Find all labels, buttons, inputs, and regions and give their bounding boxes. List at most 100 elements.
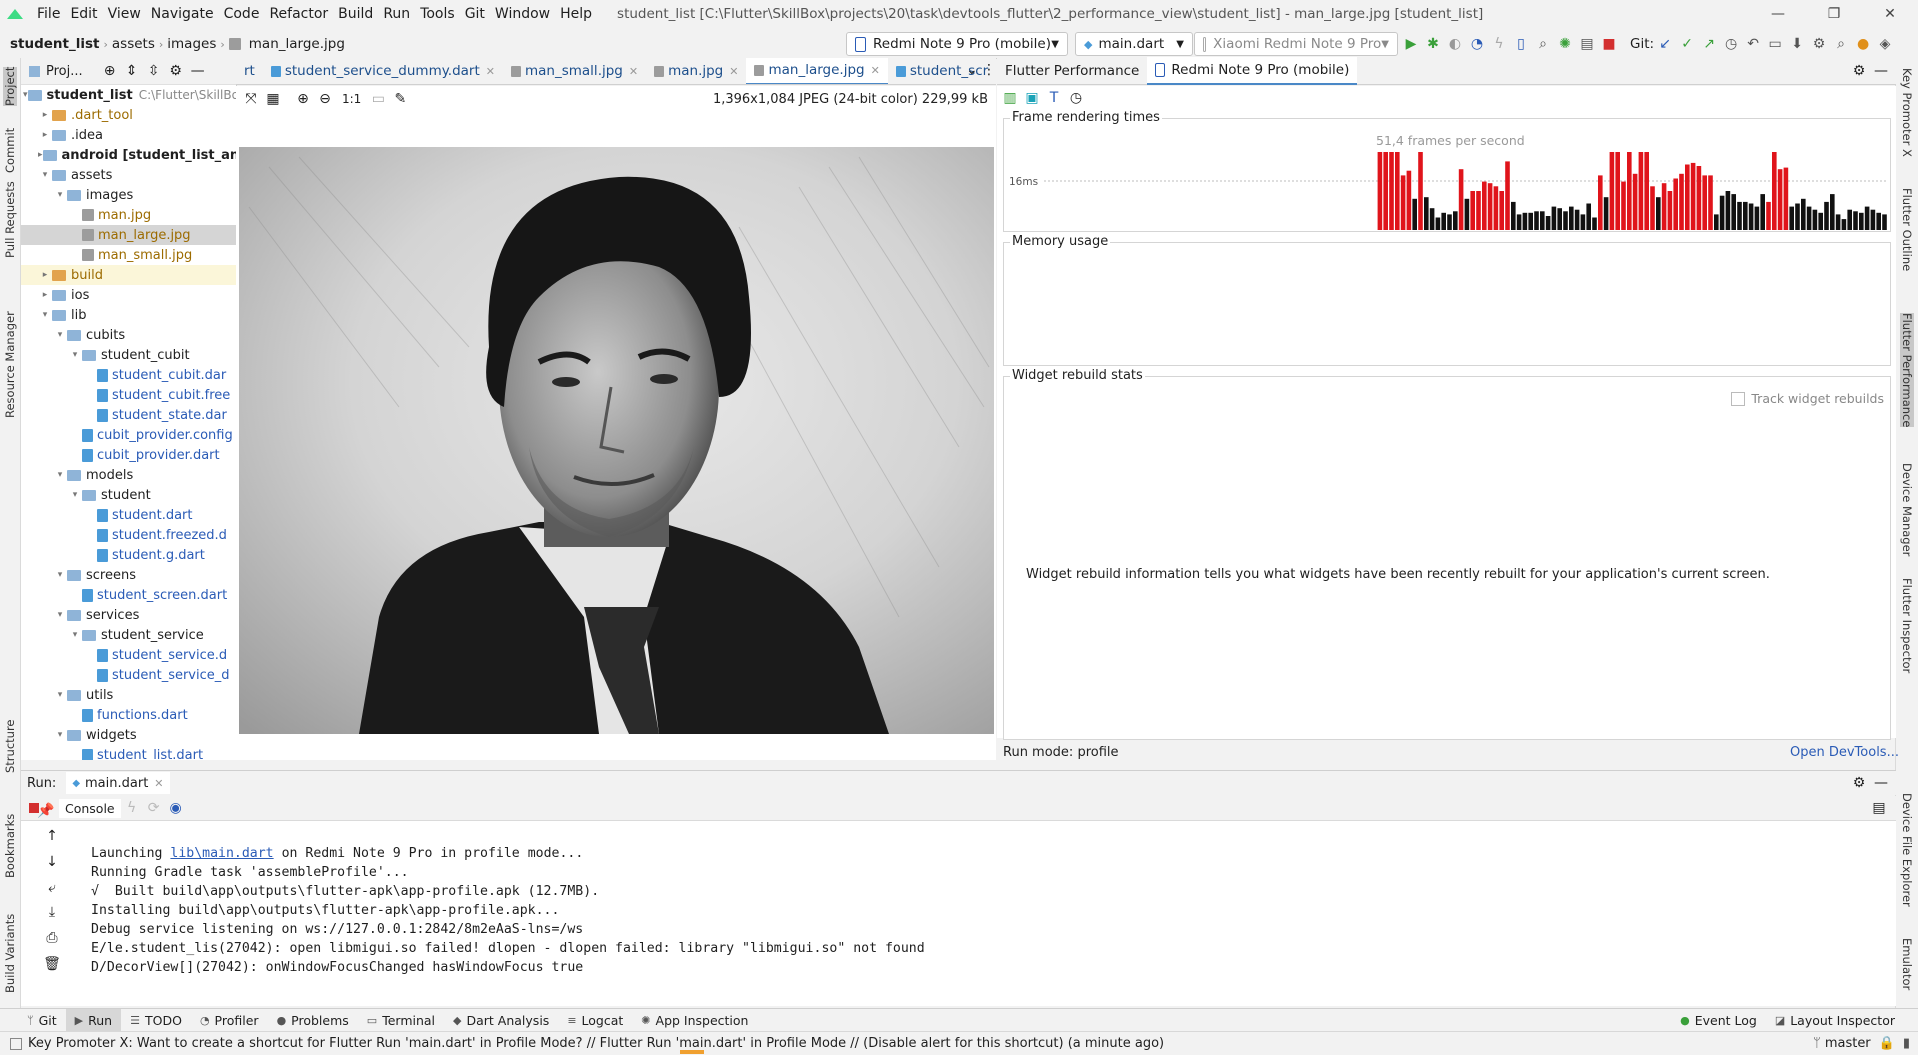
profile-icon[interactable]: ◔ bbox=[1466, 33, 1488, 55]
hide-icon[interactable]: — bbox=[1870, 772, 1892, 794]
chevron-down-icon[interactable]: ▾ bbox=[38, 310, 52, 320]
lock-icon[interactable]: 🔒 bbox=[1879, 1036, 1895, 1051]
breadcrumb-images[interactable]: images bbox=[163, 36, 220, 52]
tree-item[interactable]: student_screen.dart bbox=[21, 585, 236, 605]
attach-icon[interactable]: ◐ bbox=[1444, 33, 1466, 55]
color-picker-icon[interactable]: ✎ bbox=[389, 88, 411, 110]
menu-git[interactable]: Git bbox=[460, 6, 490, 22]
tree-item[interactable]: student.dart bbox=[21, 505, 236, 525]
tree-item[interactable]: functions.dart bbox=[21, 705, 236, 725]
chevron-down-icon[interactable]: ▾ bbox=[68, 350, 82, 360]
fit-window-icon[interactable]: ⤧ bbox=[240, 88, 262, 110]
chevron-right-icon[interactable]: ▸ bbox=[38, 110, 52, 120]
git-commit-icon[interactable]: ✓ bbox=[1676, 33, 1698, 55]
gear-icon[interactable]: ⚙ bbox=[165, 60, 187, 82]
breadcrumb-project[interactable]: student_list bbox=[6, 36, 103, 52]
hide-icon[interactable]: — bbox=[187, 60, 209, 82]
menu-navigate[interactable]: Navigate bbox=[146, 6, 219, 22]
layout-icon[interactable]: ▤ bbox=[1868, 797, 1890, 819]
tree-item[interactable]: student_cubit.dar bbox=[21, 365, 236, 385]
stop-icon[interactable]: ■ bbox=[1598, 33, 1620, 55]
settings-sync-icon[interactable]: ⚙ bbox=[1808, 33, 1830, 55]
expand-all-icon[interactable]: ⇕ bbox=[121, 60, 143, 82]
chevron-right-icon[interactable]: ▸ bbox=[38, 270, 52, 280]
tree-item[interactable]: cubit_provider.dart bbox=[21, 445, 236, 465]
more-icon[interactable]: ⋮ bbox=[982, 62, 996, 78]
run-icon[interactable]: ▶ bbox=[1400, 33, 1422, 55]
menu-refactor[interactable]: Refactor bbox=[264, 6, 333, 22]
coverage-icon[interactable]: ▤ bbox=[1576, 33, 1598, 55]
git-tool-button[interactable]: ᛘ Git bbox=[18, 1009, 66, 1032]
locate-icon[interactable]: ⊕ bbox=[99, 60, 121, 82]
device-file-explorer-tool-tab[interactable]: Device File Explorer bbox=[1900, 793, 1914, 907]
structure-tool-tab[interactable]: Structure bbox=[3, 720, 17, 774]
problems-tool-button[interactable]: ● Problems bbox=[268, 1009, 358, 1032]
git-branch-widget[interactable]: ᛘ master bbox=[1813, 1036, 1871, 1051]
tree-item[interactable]: ▸ .idea bbox=[21, 125, 236, 145]
rollback-icon[interactable]: ↶ bbox=[1742, 33, 1764, 55]
menu-file[interactable]: File bbox=[32, 6, 65, 22]
memory-indicator-icon[interactable]: ▮ bbox=[1903, 1036, 1910, 1051]
chevron-down-icon[interactable]: ▾ bbox=[53, 470, 67, 480]
tree-item[interactable]: ▾ cubits bbox=[21, 325, 236, 345]
project-tool-tab[interactable]: Project bbox=[3, 66, 17, 106]
dart-analysis-tool-button[interactable]: ◆ Dart Analysis bbox=[444, 1009, 558, 1032]
menu-edit[interactable]: Edit bbox=[65, 6, 102, 22]
minimize-icon[interactable]: — bbox=[1750, 0, 1806, 28]
gear-icon[interactable]: ⚙ bbox=[1848, 60, 1870, 82]
tree-item[interactable]: ▾ widgets bbox=[21, 725, 236, 745]
tree-item[interactable]: student_cubit.free bbox=[21, 385, 236, 405]
console-tab[interactable]: Console bbox=[59, 798, 121, 818]
emulator-tool-tab[interactable]: Emulator bbox=[1900, 938, 1914, 990]
notification-update-icon[interactable]: ● bbox=[1852, 33, 1874, 55]
menu-window[interactable]: Window bbox=[490, 6, 555, 22]
tree-item[interactable]: student.g.dart bbox=[21, 545, 236, 565]
ide-logo-icon[interactable]: ◈ bbox=[1874, 33, 1896, 55]
terminal-tool-button[interactable]: ▭ Terminal bbox=[358, 1009, 444, 1032]
hot-restart-icon[interactable]: ⟳ bbox=[143, 797, 165, 819]
menu-run[interactable]: Run bbox=[378, 6, 415, 22]
history-icon[interactable]: ◷ bbox=[1720, 33, 1742, 55]
devtools-icon[interactable]: ◉ bbox=[165, 797, 187, 819]
todo-tool-button[interactable]: ☰ TODO bbox=[121, 1009, 191, 1032]
flutter-inspector-tool-tab[interactable]: Flutter Inspector bbox=[1900, 578, 1914, 673]
layout-inspector-tool-button[interactable]: ◪ Layout Inspector bbox=[1766, 1009, 1904, 1032]
tree-item[interactable]: man_small.jpg bbox=[21, 245, 236, 265]
chevron-down-icon[interactable]: ▾ bbox=[53, 730, 67, 740]
menu-view[interactable]: View bbox=[103, 6, 146, 22]
zoom-in-icon[interactable]: ⊕ bbox=[292, 88, 314, 110]
logcat-tool-button[interactable]: ≡ Logcat bbox=[558, 1009, 632, 1032]
tree-item[interactable]: ▸ android [student_list_and bbox=[21, 145, 236, 165]
menu-build[interactable]: Build bbox=[333, 6, 378, 22]
run-tab-main[interactable]: ◆ main.dart ✕ bbox=[66, 772, 170, 794]
tree-item[interactable]: ▾ utils bbox=[21, 685, 236, 705]
pull-requests-tool-tab[interactable]: Pull Requests bbox=[3, 181, 17, 258]
editor-tab[interactable]: student_scr bbox=[888, 58, 996, 84]
grid-icon[interactable]: ▦ bbox=[262, 88, 284, 110]
secondary-device-selector[interactable]: Xiaomi Redmi Note 9 Pro ▼ bbox=[1194, 32, 1398, 56]
bug-icon[interactable]: ✺ bbox=[1554, 33, 1576, 55]
chevron-down-icon[interactable]: ▾ bbox=[53, 690, 67, 700]
chevron-down-icon[interactable]: ▾ bbox=[53, 190, 67, 200]
tree-item[interactable]: ▾ assets bbox=[21, 165, 236, 185]
zoom-out-icon[interactable]: ⊖ bbox=[314, 88, 336, 110]
collapse-all-icon[interactable]: ⇳ bbox=[143, 60, 165, 82]
bookmarks-tool-tab[interactable]: Bookmarks bbox=[3, 814, 17, 878]
app-inspection-tool-button[interactable]: ✺ App Inspection bbox=[632, 1009, 757, 1032]
tree-item[interactable]: ▾ student bbox=[21, 485, 236, 505]
trash-icon[interactable]: 🗑 bbox=[41, 953, 63, 975]
chevron-down-icon[interactable]: ▾ bbox=[38, 170, 52, 180]
search-icon[interactable]: ⌕ bbox=[1830, 33, 1852, 55]
close-icon[interactable]: ✕ bbox=[486, 65, 495, 78]
tab-device-redmi[interactable]: Redmi Note 9 Pro (mobile) bbox=[1147, 57, 1358, 85]
flutter-outline-tool-tab[interactable]: Flutter Outline bbox=[1900, 188, 1914, 271]
tree-item[interactable]: man_large.jpg bbox=[21, 225, 236, 245]
debug-icon[interactable]: ✱ bbox=[1422, 33, 1444, 55]
editor-tab[interactable]: rt bbox=[236, 58, 263, 84]
tree-root[interactable]: ▾ student_list C:\Flutter\SkillBo bbox=[21, 85, 236, 105]
flutter-performance-tool-tab[interactable]: Flutter Performance bbox=[1900, 313, 1914, 428]
device-manager-tool-tab[interactable]: Device Manager bbox=[1900, 463, 1914, 556]
tree-item[interactable]: man.jpg bbox=[21, 205, 236, 225]
tree-item[interactable]: student_state.dar bbox=[21, 405, 236, 425]
event-log-tool-button[interactable]: ● Event Log bbox=[1671, 1009, 1766, 1032]
